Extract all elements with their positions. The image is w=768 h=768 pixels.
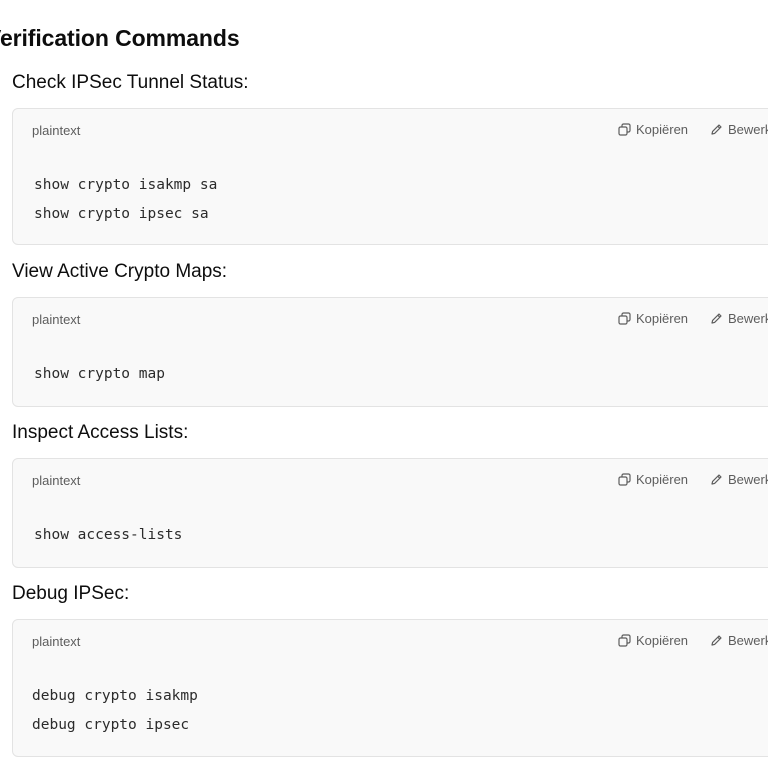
code-line: show crypto ipsec sa xyxy=(34,206,209,222)
block-heading: Check IPSec Tunnel Status: xyxy=(12,72,249,93)
copy-code-button[interactable]: Kopiëren xyxy=(618,633,688,648)
pencil-icon xyxy=(710,312,723,325)
section-title: Verification Commands xyxy=(0,25,240,51)
code-language-label: plaintext xyxy=(32,473,81,488)
copy-icon xyxy=(618,473,631,486)
edit-code-button[interactable]: Bewerken xyxy=(710,633,768,648)
copy-code-label: Kopiëren xyxy=(636,472,689,487)
pencil-icon xyxy=(710,473,723,486)
block-heading: Inspect Access Lists: xyxy=(12,422,189,443)
block-heading: Debug IPSec: xyxy=(12,583,130,604)
pencil-icon xyxy=(710,123,723,136)
block-heading: View Active Crypto Maps: xyxy=(12,261,228,282)
edit-code-button[interactable]: Bewerken xyxy=(710,472,768,487)
code-line: debug crypto ipsec xyxy=(32,717,190,733)
edit-code-button[interactable]: Bewerken xyxy=(710,122,768,137)
copy-code-label: Kopiëren xyxy=(636,633,689,648)
copy-code-button[interactable]: Kopiëren xyxy=(618,472,688,487)
copy-icon xyxy=(618,123,631,136)
code-language-label: plaintext xyxy=(32,634,81,649)
edit-code-label: Bewerken xyxy=(728,472,768,487)
edit-code-label: Bewerken xyxy=(728,122,768,137)
code-content[interactable]: show access-lists xyxy=(34,521,182,550)
copy-code-label: Kopiëren xyxy=(636,311,689,326)
code-language-label: plaintext xyxy=(32,123,81,138)
edit-code-label: Bewerken xyxy=(728,311,768,326)
copy-icon xyxy=(618,312,631,325)
code-line: show access-lists xyxy=(34,527,183,543)
code-language-label: plaintext xyxy=(32,312,81,327)
edit-code-button[interactable]: Bewerken xyxy=(710,311,768,326)
copy-icon xyxy=(618,634,631,647)
code-content[interactable]: show crypto map xyxy=(34,360,165,389)
chat-message-content: Verification Commands Check IPSec Tunnel… xyxy=(0,0,768,768)
code-line: show crypto isakmp sa xyxy=(34,177,218,193)
copy-code-label: Kopiëren xyxy=(636,122,689,137)
code-line: show crypto map xyxy=(34,366,165,382)
copy-code-button[interactable]: Kopiëren xyxy=(618,122,688,137)
code-content[interactable]: show crypto isakmp sa show crypto ipsec … xyxy=(34,171,217,229)
code-line: debug crypto isakmp xyxy=(32,688,198,704)
code-content[interactable]: debug crypto isakmp debug crypto ipsec xyxy=(32,682,198,740)
code-block: plaintext Kopiëren Bewerken debug crypto… xyxy=(12,619,768,757)
code-block: plaintext Kopiëren Bewerken show crypto … xyxy=(12,297,768,407)
copy-code-button[interactable]: Kopiëren xyxy=(618,311,688,326)
code-block: plaintext Kopiëren Bewerken show access-… xyxy=(12,458,768,568)
code-block: plaintext Kopiëren Bewerken show crypto … xyxy=(12,108,768,245)
edit-code-label: Bewerken xyxy=(728,633,768,648)
pencil-icon xyxy=(710,634,723,647)
